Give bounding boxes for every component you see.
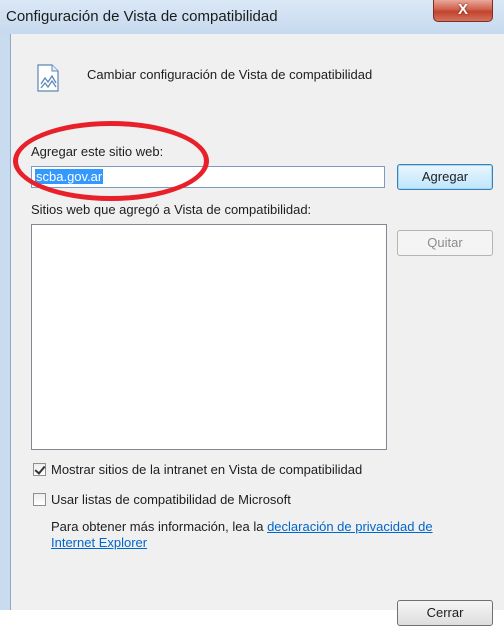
title-bar[interactable]: Configuración de Vista de compatibilidad… — [0, 0, 504, 34]
add-site-input[interactable]: scba.gov.ar — [31, 166, 385, 188]
sites-listbox[interactable] — [31, 224, 387, 450]
remove-button[interactable]: Quitar — [397, 230, 493, 256]
add-site-input-value: scba.gov.ar — [35, 169, 104, 184]
close-button[interactable]: Cerrar — [397, 600, 493, 626]
intranet-checkbox[interactable] — [33, 463, 46, 476]
privacy-link-line2[interactable]: Internet Explorer — [51, 535, 147, 550]
add-site-label: Agregar este sitio web: — [31, 144, 164, 159]
privacy-info-line2: Internet Explorer — [51, 535, 147, 550]
sites-list-label: Sitios web que agregó a Vista de compati… — [31, 202, 312, 217]
window-title: Configuración de Vista de compatibilidad — [6, 8, 278, 25]
highlight-annotation-ring — [13, 121, 209, 201]
ms-lists-checkbox[interactable] — [33, 493, 46, 506]
privacy-info-prefix: Para obtener más información, lea la — [51, 519, 268, 534]
dialog-window: Configuración de Vista de compatibilidad… — [0, 0, 504, 626]
intranet-checkbox-label[interactable]: Mostrar sitios de la intranet en Vista d… — [51, 462, 362, 477]
add-button[interactable]: Agregar — [397, 164, 493, 190]
window-close-button[interactable]: X — [433, 0, 493, 22]
ms-lists-checkbox-label[interactable]: Usar listas de compatibilidad de Microso… — [51, 492, 291, 507]
close-icon: X — [457, 1, 468, 18]
header-text: Cambiar configuración de Vista de compat… — [87, 67, 373, 82]
privacy-link-line1[interactable]: declaración de privacidad de — [267, 519, 433, 534]
dialog-body: Cambiar configuración de Vista de compat… — [10, 34, 504, 626]
privacy-info-text: Para obtener más información, lea la dec… — [51, 518, 433, 535]
document-compat-icon — [37, 64, 59, 92]
